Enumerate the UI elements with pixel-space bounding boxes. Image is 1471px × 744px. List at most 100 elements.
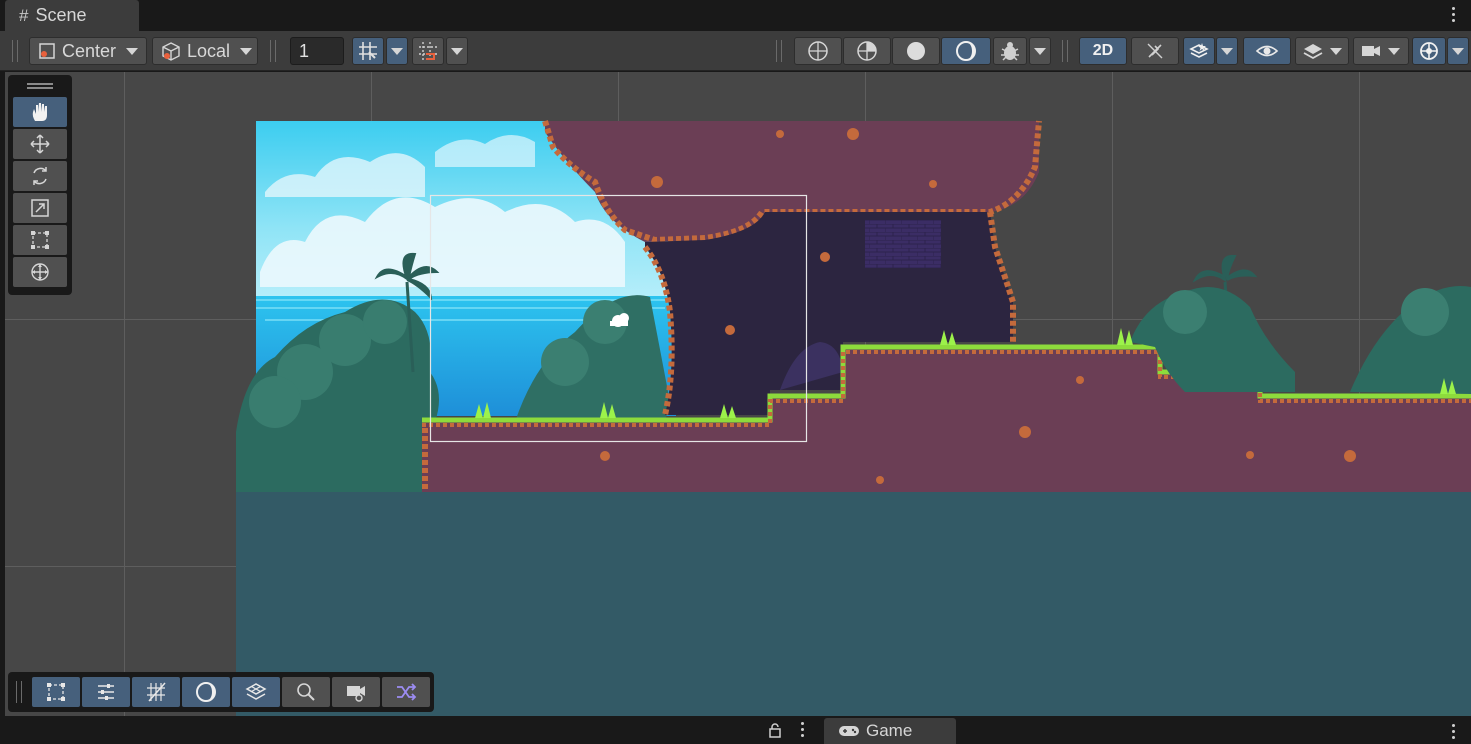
gizmos-toggle[interactable]: [1412, 37, 1446, 65]
tab-game[interactable]: Game: [824, 718, 956, 744]
scene-viewport[interactable]: [5, 72, 1471, 716]
grid-increment-field[interactable]: 1: [290, 37, 344, 65]
overlay-grip[interactable]: [16, 681, 22, 703]
tilemap-icon: [245, 683, 267, 700]
increment-snap-dropdown[interactable]: [446, 37, 468, 65]
layers-dropdown[interactable]: [1295, 37, 1349, 65]
transform-icon: [31, 263, 49, 281]
visibility-toggle[interactable]: [1243, 37, 1291, 65]
scene-toolbar: Center Local 1 2D: [0, 31, 1471, 71]
move-icon: [30, 134, 50, 154]
overlay-navigation-button[interactable]: [382, 677, 430, 707]
pivot-rotation-label: Local: [187, 40, 231, 61]
tab-bar: # Scene: [0, 0, 1471, 31]
grid-snap-button[interactable]: [352, 37, 384, 65]
camera-icon: [1362, 46, 1380, 56]
shaded-wireframe-sphere-icon: [857, 41, 877, 61]
pivot-center-icon: [39, 43, 55, 59]
overlay-toolbar: [8, 672, 434, 712]
scene-camera-dropdown[interactable]: [1353, 37, 1409, 65]
toolbar-grip[interactable]: [270, 40, 276, 62]
draw-mode-shaded-button[interactable]: [892, 37, 940, 65]
toolbar-grip[interactable]: [776, 40, 782, 62]
rotate-tool-button[interactable]: [13, 161, 67, 191]
grid-snap-dropdown[interactable]: [386, 37, 408, 65]
scene-grid-icon: #: [19, 5, 29, 25]
camera-icon: [347, 686, 365, 702]
lighting-toggle[interactable]: [1131, 37, 1179, 65]
debug-draw-button[interactable]: [993, 37, 1027, 65]
wireframe-sphere-icon: [808, 41, 828, 61]
eye-icon: [1255, 45, 1279, 57]
tab-game-label: Game: [866, 721, 913, 740]
pivot-mode-dropdown[interactable]: Center: [29, 37, 147, 65]
toolbar-grip[interactable]: [1062, 40, 1068, 62]
grid-icon: [147, 682, 166, 702]
layers-icon: [1303, 44, 1323, 60]
chevron-down-icon: [240, 47, 253, 55]
overlay-rect-button[interactable]: [32, 677, 80, 707]
sliders-icon: [98, 684, 114, 700]
bottom-tab-bar: Game: [0, 716, 1471, 744]
search-icon: [297, 683, 315, 701]
moon-sphere-icon: [956, 41, 976, 61]
increment-snap-icon: [419, 42, 437, 60]
view-2d-toggle[interactable]: 2D: [1079, 37, 1127, 65]
chevron-down-icon: [1452, 47, 1464, 55]
chevron-down-icon: [1388, 47, 1400, 55]
moon-icon: [196, 682, 216, 702]
pivot-mode-label: Center: [62, 40, 117, 61]
rotate-icon: [33, 167, 47, 185]
draw-mode-wireframe-button[interactable]: [794, 37, 842, 65]
gizmo-globe-icon: [1420, 42, 1438, 60]
overlay-settings-button[interactable]: [82, 677, 130, 707]
tab-scene[interactable]: # Scene: [5, 0, 139, 31]
transform-tool-button[interactable]: [13, 257, 67, 287]
tool-palette: [8, 75, 72, 295]
overlay-shading-button[interactable]: [182, 677, 230, 707]
chevron-down-icon: [126, 47, 139, 55]
overlay-grid-button[interactable]: [132, 677, 180, 707]
local-cube-icon: [162, 42, 180, 61]
bug-icon: [1001, 42, 1019, 61]
tab-scene-label: Scene: [35, 5, 87, 25]
chevron-down-icon: [1330, 47, 1342, 55]
shuffle-icon: [397, 683, 417, 701]
hand-tool-button[interactable]: [13, 97, 67, 127]
gamepad-icon: [839, 726, 859, 736]
draw-mode-dropdown[interactable]: [1029, 37, 1051, 65]
overlay-camera-button[interactable]: [332, 677, 380, 707]
gizmos-dropdown[interactable]: [1447, 37, 1469, 65]
effects-dropdown[interactable]: [1216, 37, 1238, 65]
overlay-tilemap-button[interactable]: [232, 677, 280, 707]
chevron-down-icon: [1221, 47, 1233, 55]
chevron-down-icon: [451, 47, 463, 55]
chevron-down-icon: [391, 47, 403, 55]
increment-snap-button[interactable]: [412, 37, 444, 65]
scale-tool-button[interactable]: [13, 193, 67, 223]
game-menu-icon[interactable]: [1450, 724, 1456, 739]
jungle-foliage-right: [1130, 286, 1471, 394]
rect-tool-button[interactable]: [13, 225, 67, 255]
move-tool-button[interactable]: [13, 129, 67, 159]
scene-menu-icon[interactable]: [1450, 7, 1456, 22]
ruined-bricks: [865, 220, 941, 268]
toolbar-grip[interactable]: [12, 40, 18, 62]
palette-drag-handle[interactable]: [27, 83, 53, 89]
chevron-down-icon: [1034, 47, 1046, 55]
rect-icon: [31, 231, 49, 249]
lock-icon[interactable]: [768, 722, 782, 738]
draw-mode-unlit-button[interactable]: [941, 37, 991, 65]
pivot-rotation-dropdown[interactable]: Local: [152, 37, 258, 65]
level-tilemap: [236, 120, 1471, 716]
draw-mode-shaded-wireframe-button[interactable]: [843, 37, 891, 65]
effects-layers-icon: [1189, 43, 1209, 58]
effects-toggle[interactable]: [1183, 37, 1215, 65]
shaded-sphere-icon: [907, 42, 925, 60]
scale-icon: [31, 199, 49, 217]
overlay-search-button[interactable]: [282, 677, 330, 707]
grid-snap-icon: [359, 42, 377, 60]
hand-icon: [32, 103, 47, 121]
panel-menu-icon[interactable]: [799, 722, 805, 737]
rect-icon: [47, 683, 65, 701]
